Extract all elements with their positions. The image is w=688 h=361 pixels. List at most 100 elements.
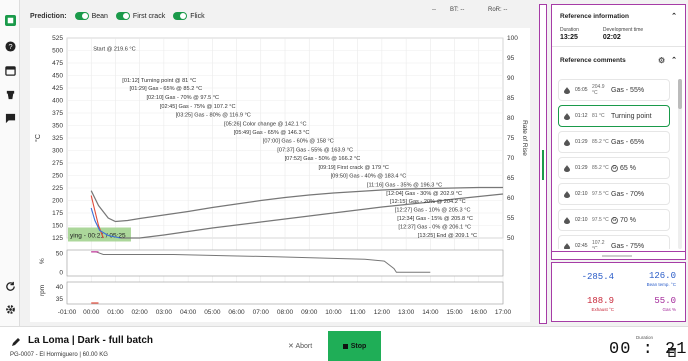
app-logo-icon[interactable] <box>4 14 16 26</box>
toggle-flick[interactable]: Flick <box>173 12 205 20</box>
toggle-switch[interactable] <box>173 12 188 20</box>
event-annotation: [12:37] Gas - 0% @ 206.1 °C <box>398 225 471 231</box>
devtime-field: Development time 02:02 <box>603 27 643 41</box>
event-annotation: [02:45] Gas - 75% @ 107.2 °C <box>160 104 236 110</box>
live-stats-panel: -285.4 126.0 Bean temp. °C 188.9 Exhaust… <box>551 262 686 322</box>
y2-tick-label: 55 <box>507 215 515 222</box>
comment-item[interactable]: 01:29 85.2 °C Gas - 65% <box>558 131 670 153</box>
comment-icon[interactable] <box>4 112 16 124</box>
event-annotation: [02:10] Gas - 70% @ 97.5 °C <box>147 95 220 101</box>
x-tick-label: 17:00 <box>495 309 512 316</box>
flame-icon <box>564 86 570 94</box>
y-axis-label: °C <box>34 134 42 142</box>
flame-icon <box>564 164 570 172</box>
comment-item[interactable]: 05:05 204.9 °C Gas - 55% <box>558 79 670 101</box>
comment-time: 01:29 <box>575 139 588 145</box>
x-tick-label: 02:00 <box>132 309 149 316</box>
y2-tick-label: 95 <box>507 55 515 62</box>
reference-comments-header[interactable]: Reference comments ⚙ ⌃ <box>552 49 685 71</box>
y2-tick-label: 70 <box>507 155 515 162</box>
event-annotation: Start @ 219.6 °C <box>93 47 135 53</box>
comment-item[interactable]: 02:45 107.2 °C Gas - 75% <box>558 235 670 249</box>
settings-gear-icon[interactable]: ⚙ <box>658 56 665 65</box>
comment-label-text: Gas - 75% <box>611 242 645 250</box>
flame-icon <box>564 242 570 249</box>
comment-label-text: 65 % <box>620 164 636 172</box>
roast-chart[interactable]: -01:00 00:00 01:00 02:00 03:00 04:00 05:00 06:0… <box>30 28 530 322</box>
exhaust-value: 188.9 <box>586 296 614 306</box>
chevron-up-icon[interactable]: ⌃ <box>671 56 677 64</box>
duration-field: Duration 13:25 <box>560 27 579 41</box>
stop-button[interactable]: Stop <box>328 331 381 361</box>
comment-label-text: Gas - 55% <box>611 86 645 94</box>
drying-phase-label: ying - 00:21 / 05:25 <box>70 233 126 240</box>
comment-time: 02:45 <box>575 243 588 249</box>
ror-value: -285.4 <box>581 272 614 282</box>
toggle-switch[interactable] <box>74 12 89 20</box>
toggle-first-crack[interactable]: First crack <box>115 12 165 20</box>
rpm-axis-label: rpm <box>39 285 46 296</box>
event-annotation: [07:37] Gas - 55% @ 163.9 °C <box>277 148 353 154</box>
comment-item[interactable]: 01:12 81 °C Turning point <box>558 105 670 127</box>
y-tick-label: 175 <box>52 210 63 217</box>
y2-tick-label: 75 <box>507 135 515 142</box>
comment-temp: 97.5 °C <box>592 217 609 223</box>
comment-list-scrollbar[interactable] <box>678 79 682 249</box>
reference-comment-list[interactable]: 05:05 204.9 °C Gas - 55% 01:12 81 °C Turning … <box>558 79 670 249</box>
x-tick-label: 01:00 <box>107 309 124 316</box>
stop-icon <box>342 344 348 349</box>
comment-label: Gas - 70% <box>611 191 644 198</box>
comment-label-text: Gas - 70% <box>611 190 645 198</box>
chevron-up-icon[interactable]: ⌃ <box>671 12 677 20</box>
sync-icon[interactable] <box>4 280 16 292</box>
stats-resize-divider[interactable] <box>551 251 686 260</box>
comment-temp: 107.2 °C <box>592 240 605 249</box>
comment-time: 01:12 <box>575 113 588 119</box>
ror-stat: -285.4 <box>554 272 614 282</box>
comments-header-actions: ⚙ ⌃ <box>658 56 677 65</box>
help-icon[interactable]: ? <box>4 40 16 52</box>
comment-item[interactable]: 01:29 85.2 °C G 65 % <box>558 157 670 179</box>
devtime-value: 02:02 <box>602 34 621 41</box>
trash-icon[interactable] <box>667 344 677 358</box>
y-tick-label: 350 <box>52 123 63 130</box>
comment-item[interactable]: 02:10 97.5 °C G 70 % <box>558 209 670 231</box>
event-annotation: [13:25] End @ 209.1 °C <box>418 233 477 239</box>
ror-readout: RoR: -- <box>488 7 508 13</box>
comment-label: Gas - 75% <box>611 243 644 250</box>
settings-gear-icon[interactable] <box>4 303 16 315</box>
toggle-bean[interactable]: Bean <box>74 12 108 20</box>
x-tick-label: 14:00 <box>422 309 439 316</box>
x-tick-label: 12:00 <box>374 309 391 316</box>
toggle-switch[interactable] <box>115 12 130 20</box>
y2-tick-label: 100 <box>507 35 518 42</box>
panel-resize-divider[interactable] <box>539 4 547 324</box>
event-annotation: [09:50] Gas - 40% @ 183.4 °C <box>331 174 407 180</box>
y2-tick-label: 50 <box>507 235 515 242</box>
x-tick-label: 15:00 <box>446 309 463 316</box>
y2-axis-label: Rate of Rise <box>521 120 528 156</box>
comment-temp: 97.5 °C <box>592 191 609 197</box>
reference-info-title: Reference information <box>560 12 629 20</box>
roaster-icon[interactable] <box>4 88 16 100</box>
divider-handle[interactable] <box>602 255 632 257</box>
x-tick-label: 16:00 <box>471 309 488 316</box>
calendar-icon[interactable] <box>4 64 16 76</box>
flame-icon <box>564 112 570 120</box>
gas-axis-label: % <box>39 258 46 264</box>
rpm-tick-label: 35 <box>56 296 64 303</box>
event-annotation: [09:19] First crack @ 179 °C <box>318 165 388 171</box>
x-tick-label: 04:00 <box>180 309 197 316</box>
scrollbar-thumb[interactable] <box>678 79 682 109</box>
roast-chart-svg[interactable]: -01:00 00:00 01:00 02:00 03:00 04:00 05:00 06:0… <box>30 28 530 322</box>
divider-handle[interactable] <box>542 150 544 180</box>
comment-time: 01:29 <box>575 165 588 171</box>
bean-temp-label: Bean temp. °C <box>646 282 676 287</box>
event-annotation: [01:29] Gas - 65% @ 85.2 °C <box>130 86 203 92</box>
reference-info-header[interactable]: Reference information ⌃ <box>552 5 685 27</box>
edit-pencil-icon[interactable] <box>10 335 22 347</box>
comment-item[interactable]: 02:10 97.5 °C Gas - 70% <box>558 183 670 205</box>
devtime-label: Development time <box>602 27 644 33</box>
abort-button[interactable]: ✕ Abort <box>288 342 312 350</box>
roast-app: ? Prediction: Bean First crack Flick -- … <box>0 0 688 361</box>
